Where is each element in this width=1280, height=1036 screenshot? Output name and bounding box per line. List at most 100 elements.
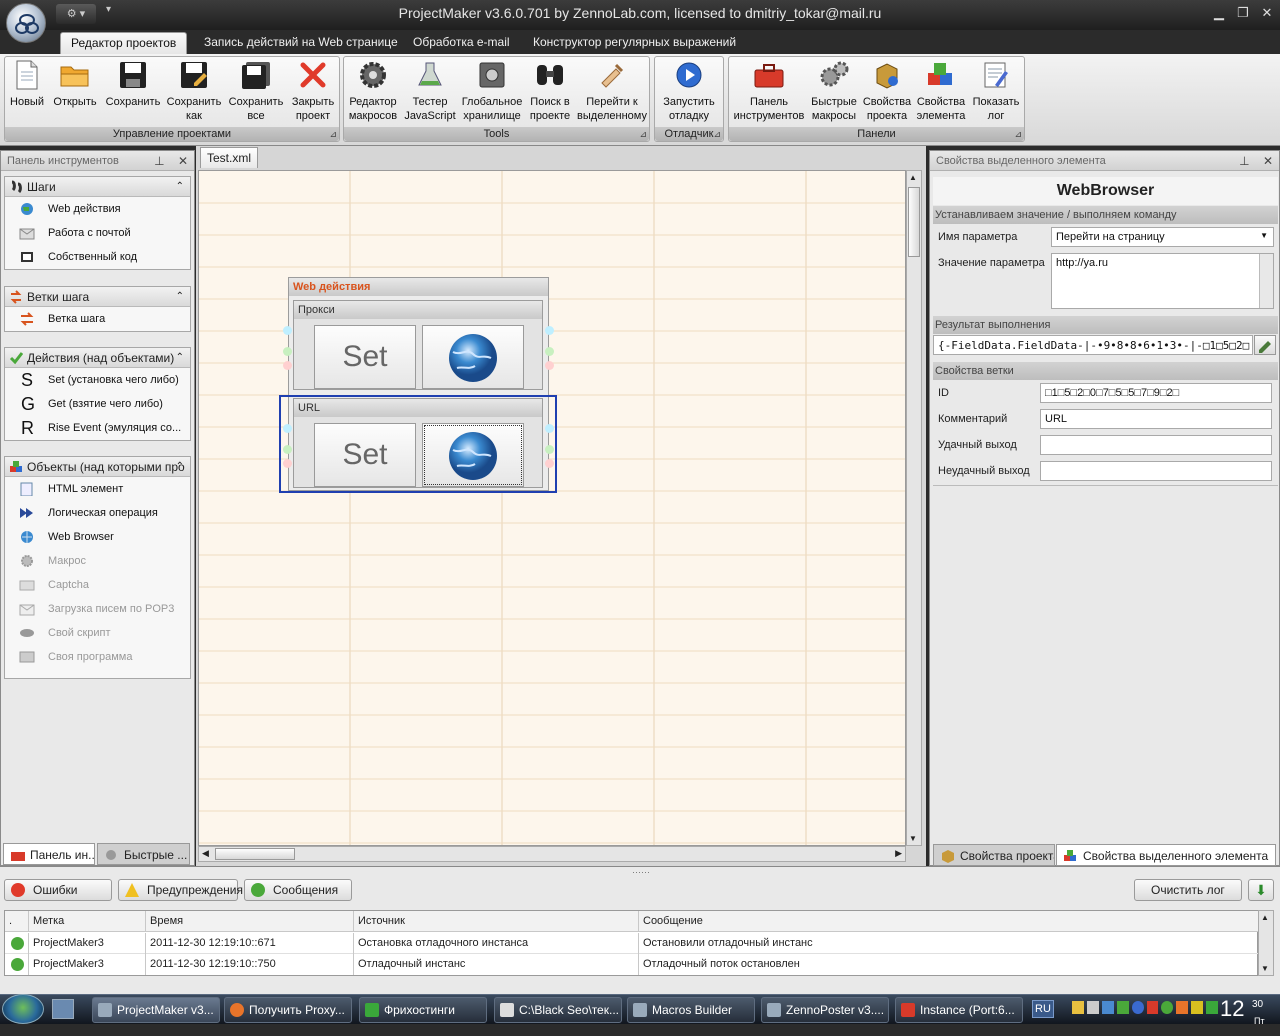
fail-dot[interactable] (283, 361, 292, 370)
autoscroll-down-button[interactable]: ⬇ (1248, 879, 1274, 901)
result-value-field[interactable]: {-FieldData.FieldData-|-•9•8•8•6•1•3•-|-… (933, 335, 1253, 355)
warnings-filter-button[interactable]: Предупреждения (118, 879, 243, 901)
macro-editor-button[interactable]: Редактор макросов (346, 59, 400, 123)
comment-field[interactable]: URL (1040, 409, 1272, 429)
save-button[interactable]: Сохранить (103, 59, 163, 109)
tray-icon[interactable] (1116, 1001, 1129, 1014)
taskbar-item-instance[interactable]: Instance (Port:6... (895, 997, 1023, 1023)
js-tester-button[interactable]: Тестер JavaScript (402, 59, 458, 123)
canvas-vertical-scrollbar[interactable]: ▲ ▼ (906, 170, 922, 846)
minimize-button[interactable]: ▁ (1208, 4, 1230, 22)
canvas-horizontal-scrollbar[interactable]: ◀ ▶ (198, 846, 906, 862)
tray-icon[interactable] (1072, 1001, 1084, 1014)
input-dot[interactable] (283, 326, 292, 335)
param-name-select[interactable]: Перейти на страницу ▼ (1051, 227, 1274, 247)
dialog-launcher-icon[interactable]: ⊿ (639, 129, 647, 140)
item-rise-event[interactable]: R Rise Event (эмуляция со... (5, 416, 190, 440)
item-set[interactable]: S Set (установка чего либо) (5, 368, 190, 392)
pin-icon[interactable]: ⊥ (154, 154, 164, 168)
section-header[interactable]: Шаги ⌃ (5, 177, 190, 197)
col-header[interactable]: Сообщение (639, 911, 1259, 932)
section-header[interactable]: Ветки шага ⌃ (5, 287, 190, 307)
item-html-element[interactable]: HTML элемент (5, 477, 190, 501)
show-log-button[interactable]: Показать лог (969, 59, 1023, 123)
input-dot[interactable] (545, 326, 554, 335)
set-action-box[interactable]: Set (314, 325, 416, 389)
app-menu-orb[interactable] (6, 3, 46, 43)
dialog-launcher-icon[interactable]: ⊿ (1014, 129, 1022, 140)
item-captcha[interactable]: Captcha (5, 573, 190, 597)
element-properties-button[interactable]: Свойства элемента (915, 59, 967, 123)
success-dot[interactable] (283, 445, 292, 454)
start-button[interactable] (2, 994, 44, 1024)
taskbar-item-hosting[interactable]: Фрихостинги (359, 997, 487, 1023)
col-header[interactable]: Время (146, 911, 354, 932)
item-web-browser[interactable]: Web Browser (5, 525, 190, 549)
success-dot[interactable] (283, 347, 292, 356)
col-header[interactable]: Источник (354, 911, 639, 932)
panel-close-icon[interactable]: ✕ (178, 154, 188, 168)
success-exit-field[interactable] (1040, 435, 1272, 455)
global-storage-button[interactable]: Глобальное хранилище (460, 59, 524, 123)
success-dot[interactable] (545, 347, 554, 356)
clear-log-button[interactable]: Очистить лог (1134, 879, 1242, 901)
tray-icon[interactable] (1146, 1001, 1159, 1014)
go-to-selected-button[interactable]: Перейти к выделенному (576, 59, 648, 123)
tray-icon[interactable] (1176, 1001, 1189, 1014)
volume-icon[interactable] (1086, 1001, 1099, 1014)
fail-dot[interactable] (545, 361, 554, 370)
edit-result-button[interactable] (1254, 335, 1276, 355)
col-header[interactable]: . (5, 911, 29, 932)
success-dot[interactable] (545, 445, 554, 454)
fail-dot[interactable] (283, 459, 292, 468)
taskbar-item-zennoposter[interactable]: ZennoPoster v3.... (761, 997, 889, 1023)
save-as-button[interactable]: Сохранить как (165, 59, 223, 123)
dialog-launcher-icon[interactable]: ⊿ (713, 129, 721, 140)
taskbar-item-macros-builder[interactable]: Macros Builder (627, 997, 755, 1023)
item-get[interactable]: G Get (взятие чего либо) (5, 392, 190, 416)
param-value-textarea[interactable]: http://ya.ru (1051, 253, 1274, 309)
branch-node-proxy[interactable]: Прокси Set (293, 300, 543, 390)
taskbar-item-projectmaker[interactable]: ProjectMaker v3... (92, 997, 220, 1023)
fail-dot[interactable] (545, 459, 554, 468)
tab-project-properties[interactable]: Свойства проекта (933, 844, 1055, 866)
maximize-button[interactable]: ❐ (1232, 4, 1254, 22)
item-logic-op[interactable]: Логическая операция (5, 501, 190, 525)
tab-record-web[interactable]: Запись действий на Web странице (194, 32, 408, 54)
tab-project-editor[interactable]: Редактор проектов (60, 32, 188, 54)
item-step-branch[interactable]: Ветка шага (5, 307, 190, 331)
language-indicator[interactable]: RU (1032, 1000, 1054, 1018)
input-dot[interactable] (545, 424, 554, 433)
item-mail[interactable]: Работа с почтой (5, 221, 190, 245)
item-web-actions[interactable]: Web действия (5, 197, 190, 221)
fail-exit-field[interactable] (1040, 461, 1272, 481)
clock[interactable]: 12 30 Пт (1220, 994, 1278, 1026)
scroll-thumb[interactable] (215, 848, 295, 860)
input-dot[interactable] (283, 424, 292, 433)
item-own-code[interactable]: Собственный код (5, 245, 190, 269)
tray-icon[interactable] (1131, 1001, 1144, 1014)
tab-element-properties[interactable]: Свойства выделенного элемента (1056, 844, 1276, 866)
scroll-thumb[interactable] (908, 187, 920, 257)
open-button[interactable]: Открыть (49, 59, 101, 109)
panel-close-icon[interactable]: ✕ (1263, 154, 1273, 168)
taskbar-item-blackseo[interactable]: C:\Black Seo\тек... (494, 997, 622, 1023)
item-pop3[interactable]: Загрузка писем по POP3 (5, 597, 190, 621)
close-button[interactable]: ✕ (1256, 4, 1278, 22)
section-header[interactable]: Действия (над объектами) ⌃ (5, 348, 190, 368)
errors-filter-button[interactable]: Ошибки (4, 879, 112, 901)
tray-icon[interactable] (1161, 1001, 1174, 1014)
quick-macros-button[interactable]: Быстрые макросы (809, 59, 859, 123)
start-debug-button[interactable]: Запустить отладку (657, 59, 721, 123)
close-project-button[interactable]: Закрыть проект (289, 59, 337, 123)
messages-filter-button[interactable]: Сообщения (244, 879, 352, 901)
col-header[interactable]: Метка (29, 911, 146, 932)
item-own-program[interactable]: Своя программа (5, 645, 190, 669)
tab-email[interactable]: Обработка e-mail (403, 32, 520, 54)
tray-icon[interactable] (1206, 1001, 1219, 1014)
tab-toolbox[interactable]: Панель ин... (3, 843, 95, 865)
item-own-script[interactable]: Свой скрипт (5, 621, 190, 645)
show-desktop-icon[interactable] (52, 999, 74, 1019)
quick-access-toolbar[interactable]: ⚙ ▾ (56, 4, 96, 24)
tab-regex[interactable]: Конструктор регулярных выражений (523, 32, 746, 54)
